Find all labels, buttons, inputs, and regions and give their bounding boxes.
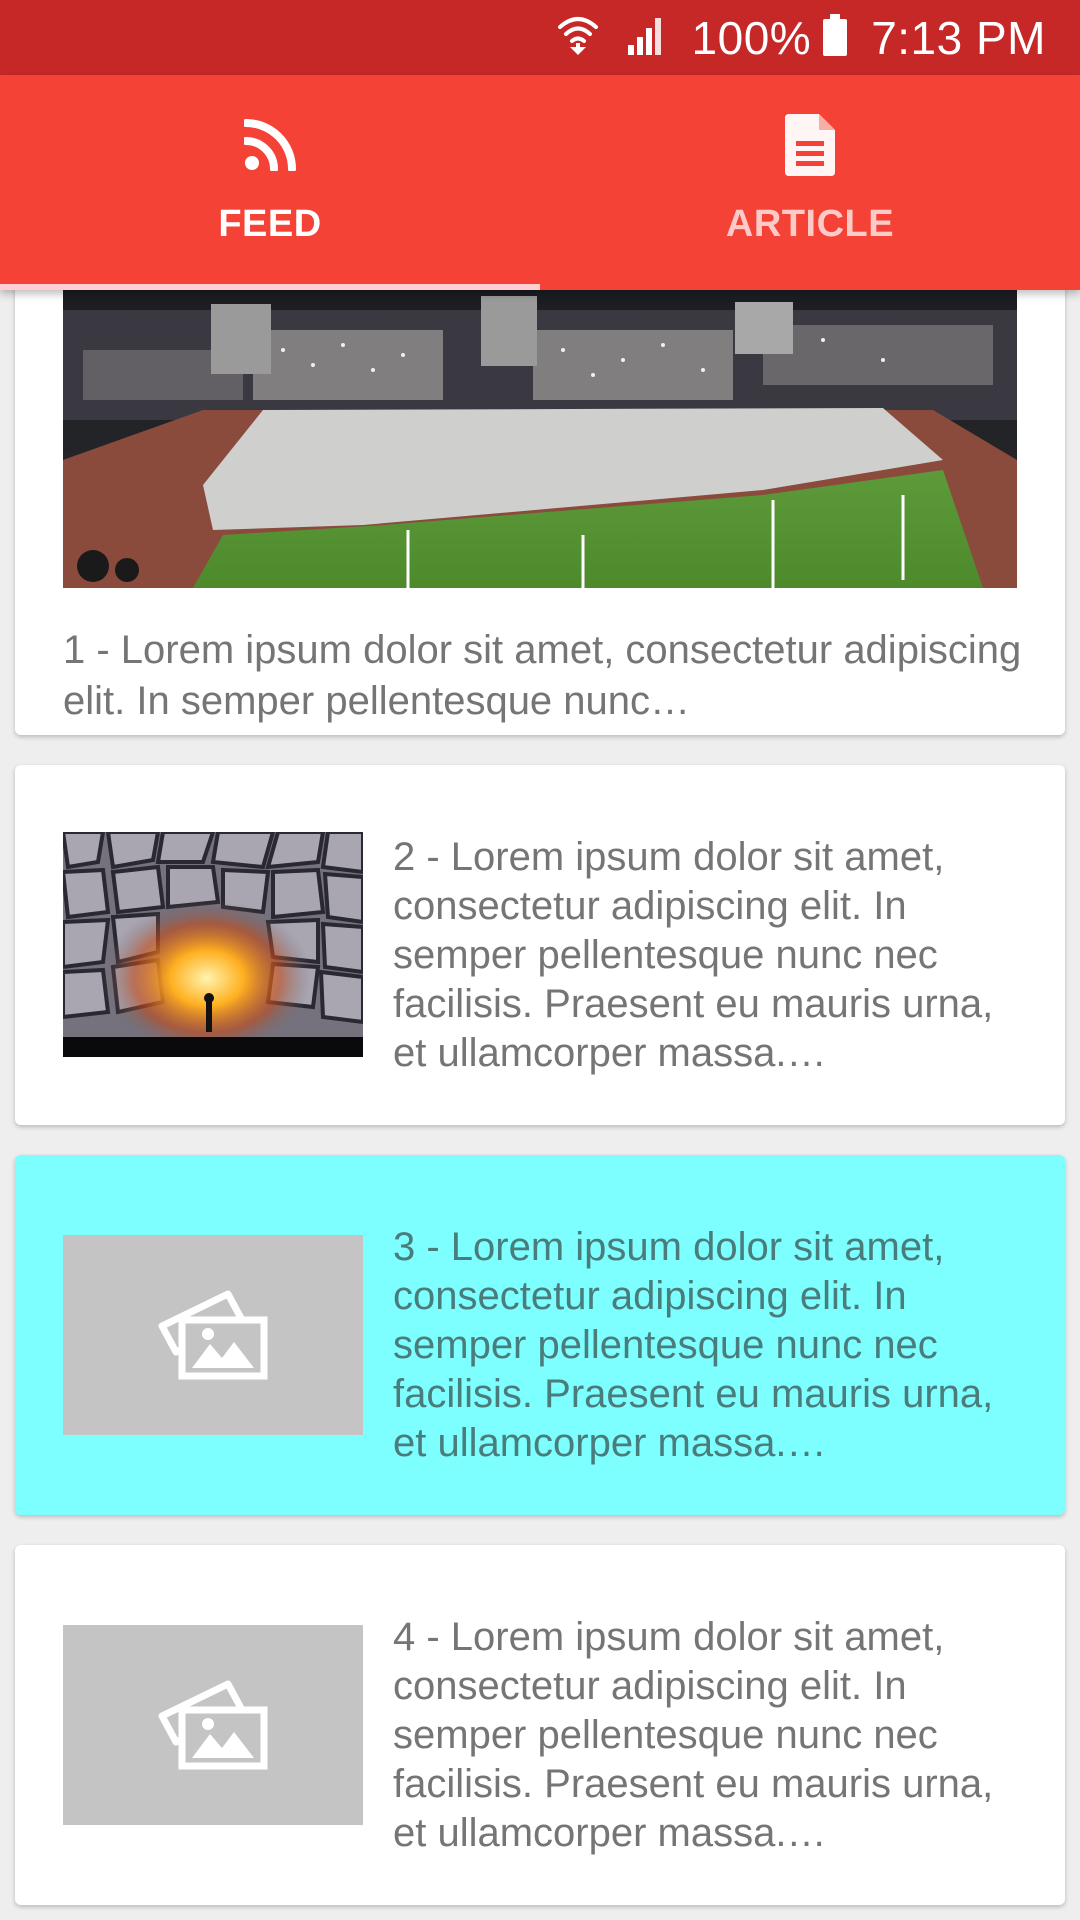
tab-article[interactable]: ARTICLE — [540, 75, 1080, 290]
cracked-stone-photo — [63, 832, 363, 1057]
feed-card-text: 2 - Lorem ipsum dolor sit amet, consecte… — [393, 835, 994, 1075]
status-bar: 100% 7:13 PM — [0, 0, 1080, 75]
stadium-photo — [63, 290, 1017, 588]
tab-feed-label: FEED — [218, 203, 322, 245]
tab-feed[interactable]: FEED — [0, 75, 540, 290]
image-placeholder-icon — [158, 1290, 268, 1380]
image-placeholder — [63, 1625, 363, 1825]
feed-card-1[interactable]: 1 - Lorem ipsum dolor sit amet, consecte… — [15, 250, 1065, 735]
rss-icon — [244, 113, 296, 177]
feed-card-3[interactable]: 3 - Lorem ipsum dolor sit amet, consecte… — [15, 1155, 1065, 1515]
tab-article-label: ARTICLE — [725, 203, 895, 245]
image-placeholder — [63, 1235, 363, 1435]
tab-indicator — [0, 284, 540, 290]
document-icon — [785, 113, 835, 177]
feed-card-text: 4 - Lorem ipsum dolor sit amet, consecte… — [393, 1615, 994, 1855]
feed-card-2[interactable]: 2 - Lorem ipsum dolor sit amet, consecte… — [15, 765, 1065, 1125]
image-placeholder-icon — [158, 1680, 268, 1770]
clock: 7:13 PM — [871, 11, 1046, 64]
battery-icon — [823, 14, 848, 61]
tab-bar: FEED ARTICLE — [0, 75, 1080, 290]
signal-icon — [626, 15, 666, 60]
wifi-icon — [556, 13, 600, 62]
feed-card-text: 1 - Lorem ipsum dolor sit amet, consecte… — [63, 628, 1022, 723]
feed-card-4[interactable]: 4 - Lorem ipsum dolor sit amet, consecte… — [15, 1545, 1065, 1905]
battery-percent: 100% — [691, 11, 812, 64]
feed-card-text: 3 - Lorem ipsum dolor sit amet, consecte… — [393, 1225, 994, 1465]
